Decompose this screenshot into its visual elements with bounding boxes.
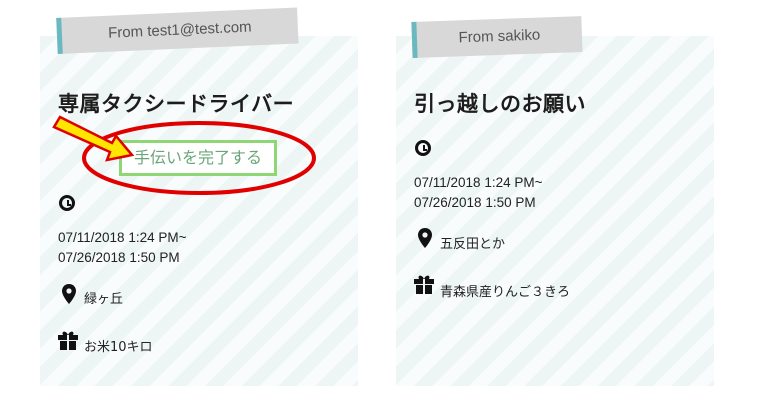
- reward-text: 青森県産りんご３きろ: [440, 285, 571, 300]
- date-end: 07/26/2018 1:50 PM: [414, 195, 536, 210]
- card-title: 引っ越しのお願い: [414, 92, 586, 116]
- date-start: 07/11/2018 1:24 PM~: [58, 230, 187, 245]
- gift-icon: [414, 275, 434, 294]
- clock-icon: [415, 140, 431, 156]
- clock-icon: [59, 195, 75, 211]
- map-pin-icon: [62, 284, 76, 304]
- card-title: 専属タクシードライバー: [58, 92, 295, 116]
- location-text: 五反田とか: [440, 237, 506, 252]
- complete-help-button[interactable]: 手伝いを完了する: [119, 140, 277, 176]
- card-from-tag: From sakiko: [411, 16, 583, 58]
- date-start: 07/11/2018 1:24 PM~: [414, 175, 543, 190]
- reward-text: お米10キロ: [84, 340, 153, 355]
- location-text: 緑ヶ丘: [84, 292, 124, 307]
- date-end: 07/26/2018 1:50 PM: [58, 250, 180, 265]
- gift-icon: [58, 331, 78, 350]
- map-pin-icon: [418, 228, 432, 248]
